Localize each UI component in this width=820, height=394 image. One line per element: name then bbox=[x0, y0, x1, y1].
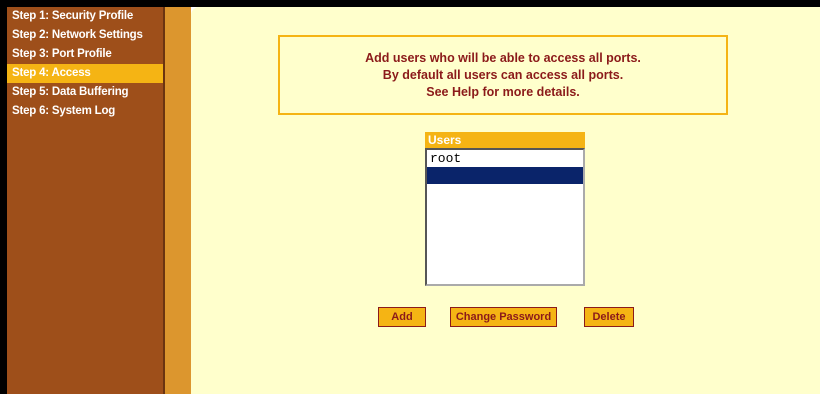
users-listbox[interactable]: root bbox=[425, 148, 585, 286]
info-line-3: See Help for more details. bbox=[426, 84, 580, 99]
user-row[interactable]: root bbox=[427, 150, 583, 167]
wizard-sidebar: Step 1: Security Profile Step 2: Network… bbox=[7, 7, 165, 394]
window-left-border bbox=[0, 0, 7, 394]
main-content: Add users who will be able to access all… bbox=[191, 7, 820, 394]
change-password-button[interactable]: Change Password bbox=[450, 307, 557, 327]
sidebar-item-system-log[interactable]: Step 6: System Log bbox=[7, 102, 163, 121]
user-row-selected[interactable] bbox=[427, 167, 583, 184]
add-button[interactable]: Add bbox=[378, 307, 426, 327]
info-line-1: Add users who will be able to access all… bbox=[365, 50, 641, 65]
window-top-border bbox=[0, 0, 820, 7]
sidebar-item-security-profile[interactable]: Step 1: Security Profile bbox=[7, 7, 163, 26]
sidebar-item-access[interactable]: Step 4: Access bbox=[7, 64, 163, 83]
sidebar-item-port-profile[interactable]: Step 3: Port Profile bbox=[7, 45, 163, 64]
users-panel: Users root bbox=[425, 132, 585, 286]
sidebar-item-network-settings[interactable]: Step 2: Network Settings bbox=[7, 26, 163, 45]
users-list-header: Users bbox=[425, 132, 585, 148]
info-line-2: By default all users can access all port… bbox=[382, 67, 624, 82]
sidebar-item-data-buffering[interactable]: Step 5: Data Buffering bbox=[7, 83, 163, 102]
delete-button[interactable]: Delete bbox=[584, 307, 634, 327]
info-box: Add users who will be able to access all… bbox=[278, 35, 728, 115]
sidebar-separator bbox=[165, 7, 191, 394]
